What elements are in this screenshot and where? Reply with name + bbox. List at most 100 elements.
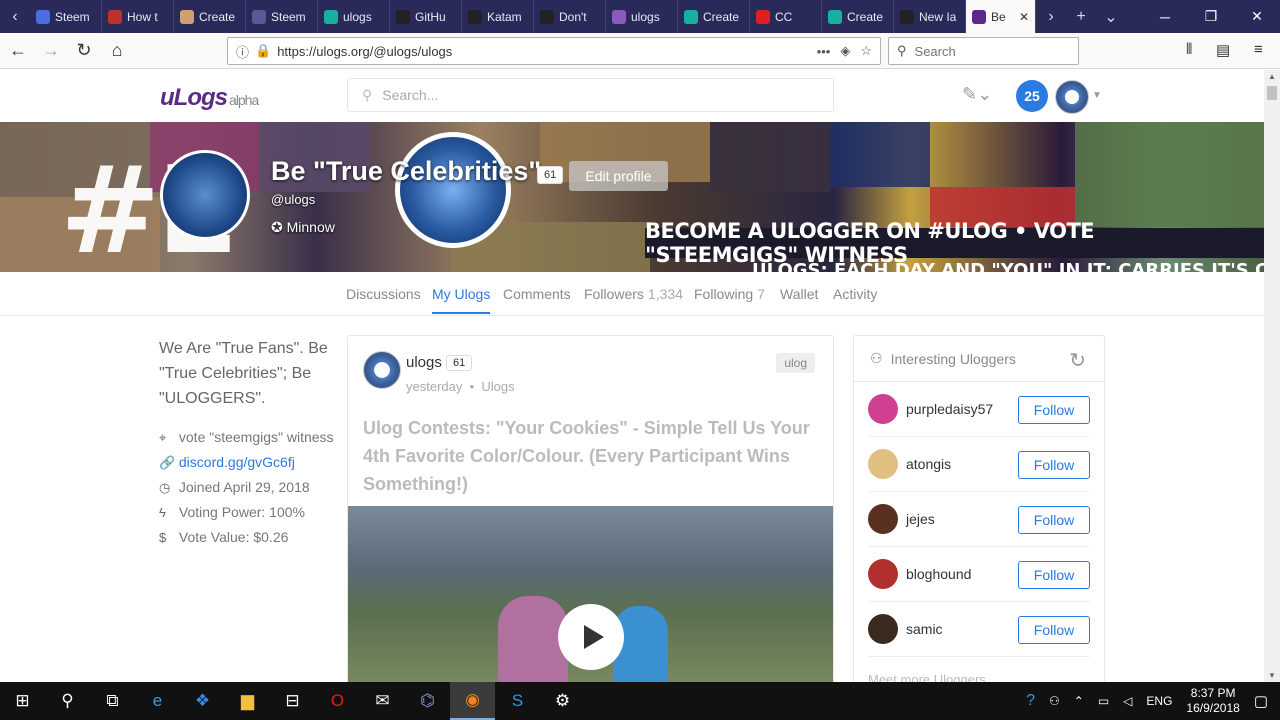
url-bar[interactable]: ⓘ 🔒 https://ulogs.org/@ulogs/ulogs ••• ◈… (227, 37, 881, 65)
network-app-icon[interactable]: ⌬ (405, 682, 450, 720)
post-category[interactable]: Ulogs (481, 379, 514, 394)
start-icon[interactable]: ⊞ (0, 682, 45, 720)
scroll-up-icon[interactable]: ▲ (1268, 72, 1276, 81)
pocket-icon[interactable]: ◈ (840, 43, 850, 59)
browser-tab[interactable]: Create (822, 0, 894, 33)
tab-scroll-right-icon[interactable]: › (1036, 0, 1066, 33)
mail-icon[interactable]: ✉ (360, 682, 405, 720)
write-post-icon[interactable]: ✎⌄ (962, 84, 992, 105)
action-center-icon[interactable]: ▢ (1254, 692, 1268, 710)
library-icon[interactable]: ⫴ (1186, 41, 1192, 58)
browser-tab[interactable]: ulogs (606, 0, 678, 33)
minimize-icon[interactable]: ─ (1142, 0, 1188, 33)
tab-following[interactable]: Following 7 (694, 286, 765, 314)
window-close-icon[interactable]: ✕ (1234, 0, 1280, 33)
home-icon[interactable]: ⌂ (102, 36, 132, 66)
browser-tab[interactable]: How t (102, 0, 174, 33)
battery-icon[interactable]: ▭ (1098, 694, 1109, 708)
tab-activity[interactable]: Activity (833, 286, 877, 314)
refresh-icon[interactable]: ↻ (1069, 348, 1086, 373)
browser-tab[interactable]: ulogs (318, 0, 390, 33)
back-icon[interactable]: ← (3, 36, 33, 66)
post-author[interactable]: ulogs (406, 354, 442, 371)
opera-icon[interactable]: O (315, 682, 360, 720)
reload-icon[interactable]: ↻ (69, 36, 99, 66)
profile-website-link[interactable]: discord.gg/gvGc6fj (179, 454, 295, 470)
close-icon[interactable]: ✕ (1019, 10, 1029, 24)
settings-icon[interactable]: ⚙ (540, 682, 585, 720)
ulogger-name[interactable]: samic (906, 621, 943, 637)
menu-icon[interactable]: ≡ (1254, 41, 1263, 58)
ulogger-name[interactable]: atongis (906, 456, 951, 472)
ulogger-avatar[interactable] (868, 504, 898, 534)
tab-my-ulogs[interactable]: My Ulogs (432, 286, 491, 314)
site-logo[interactable]: uLogs alpha (160, 84, 259, 112)
browser-tab[interactable]: Katam (462, 0, 534, 33)
dropbox-icon[interactable]: ❖ (180, 682, 225, 720)
browser-tab[interactable]: Create (174, 0, 246, 33)
task-view-icon[interactable]: ⧉ (90, 682, 135, 720)
browser-tab[interactable]: Create (678, 0, 750, 33)
ulogger-avatar[interactable] (868, 449, 898, 479)
tab-followers[interactable]: Followers 1,334 (584, 286, 683, 314)
notification-count-badge[interactable]: 25 (1016, 80, 1048, 112)
browser-tab[interactable]: GitHu (390, 0, 462, 33)
ulogger-avatar[interactable] (868, 559, 898, 589)
browser-tab[interactable]: New Ia (894, 0, 966, 33)
ulogger-name[interactable]: bloghound (906, 566, 971, 582)
post-title[interactable]: Ulog Contests: "Your Cookies" - Simple T… (363, 414, 821, 498)
edit-profile-button[interactable]: Edit profile (569, 161, 668, 191)
bookmark-star-icon[interactable]: ☆ (860, 43, 872, 59)
post-tag[interactable]: ulog (776, 353, 815, 373)
file-explorer-icon[interactable]: ▆ (225, 682, 270, 720)
ulogger-name[interactable]: purpledaisy57 (906, 401, 993, 417)
avatar-dropdown-icon[interactable]: ▼ (1092, 90, 1102, 101)
store-icon[interactable]: ⊟ (270, 682, 315, 720)
browser-search-input[interactable]: ⚲ Search (888, 37, 1079, 65)
site-search-input[interactable]: ⚲ Search... (347, 78, 834, 112)
tab-wallet[interactable]: Wallet (780, 286, 818, 314)
scroll-down-icon[interactable]: ▼ (1268, 671, 1276, 680)
page-actions-icon[interactable]: ••• (817, 44, 831, 59)
post-author-avatar[interactable] (363, 351, 401, 389)
post-time[interactable]: yesterday (406, 379, 462, 394)
tray-expand-icon[interactable]: ⌃ (1074, 694, 1084, 708)
header-avatar[interactable] (1055, 80, 1089, 114)
skype-icon[interactable]: S (495, 682, 540, 720)
tab-discussions[interactable]: Discussions (346, 286, 421, 314)
edge-icon[interactable]: e (135, 682, 180, 720)
follow-button[interactable]: Follow (1018, 616, 1090, 644)
tab-active[interactable]: Be ✕ (966, 0, 1036, 33)
page-scrollbar[interactable]: ▲ ▼ (1264, 70, 1280, 682)
new-tab-icon[interactable]: + (1066, 0, 1096, 33)
follow-button[interactable]: Follow (1018, 396, 1090, 424)
url-text[interactable]: https://ulogs.org/@ulogs/ulogs (277, 44, 452, 59)
play-icon[interactable] (558, 604, 624, 670)
forward-icon[interactable]: → (36, 36, 66, 66)
firefox-icon[interactable]: ◉ (450, 682, 495, 720)
sidebar-toggle-icon[interactable]: ▤ (1216, 41, 1230, 59)
clock[interactable]: 8:37 PM 16/9/2018 (1186, 686, 1239, 716)
volume-icon[interactable]: ◁ (1123, 694, 1132, 708)
follow-button[interactable]: Follow (1018, 561, 1090, 589)
tab-scroll-left-icon[interactable]: ‹ (0, 0, 30, 33)
browser-tab[interactable]: Steem (30, 0, 102, 33)
tab-comments[interactable]: Comments (503, 286, 571, 314)
follow-button[interactable]: Follow (1018, 506, 1090, 534)
info-icon[interactable]: ⓘ (236, 42, 249, 61)
follow-button[interactable]: Follow (1018, 451, 1090, 479)
maximize-icon[interactable]: ❐ (1188, 0, 1234, 33)
browser-tab[interactable]: CC (750, 0, 822, 33)
scrollbar-thumb[interactable] (1267, 86, 1277, 100)
ulogger-avatar[interactable] (868, 394, 898, 424)
browser-tab[interactable]: Steem (246, 0, 318, 33)
search-icon[interactable]: ⚲ (45, 682, 90, 720)
post-video-thumbnail[interactable] (348, 506, 833, 684)
people-icon[interactable]: ⚇ (1049, 694, 1060, 708)
language-indicator[interactable]: ENG (1146, 694, 1172, 708)
ulogger-avatar[interactable] (868, 614, 898, 644)
tab-list-icon[interactable]: ⌄ (1096, 0, 1126, 33)
help-icon[interactable]: ? (1026, 692, 1035, 710)
ulogger-name[interactable]: jejes (906, 511, 935, 527)
browser-tab[interactable]: Don't (534, 0, 606, 33)
